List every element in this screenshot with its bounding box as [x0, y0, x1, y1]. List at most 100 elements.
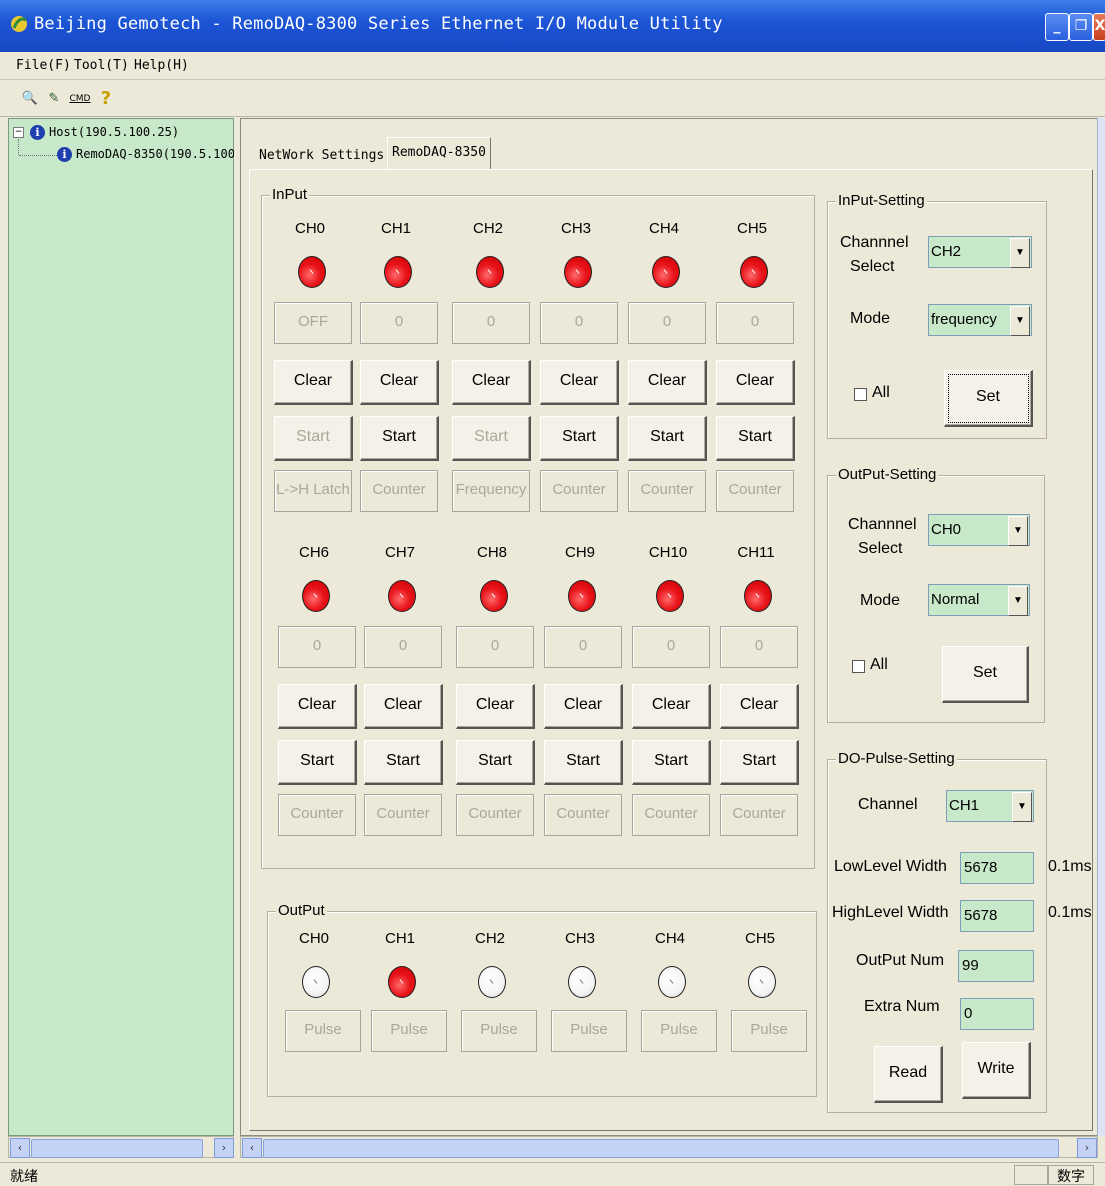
clear-button[interactable]: Clear [274, 360, 353, 405]
do-channel-select[interactable]: CH1 ▼ [946, 790, 1034, 822]
collapse-icon[interactable]: − [13, 127, 24, 138]
output-all-checkbox[interactable] [852, 660, 865, 673]
channel-mode-box: Counter [360, 470, 438, 512]
channel-value-box: 0 [544, 626, 622, 668]
output-num-field[interactable]: 99 [958, 950, 1034, 982]
close-button[interactable]: X [1093, 13, 1105, 41]
clear-button[interactable]: Clear [456, 684, 535, 729]
high-width-field[interactable]: 5678 [960, 900, 1034, 932]
start-button[interactable]: Start [716, 416, 795, 461]
read-button[interactable]: Read [874, 1046, 943, 1103]
start-button[interactable]: Start [456, 740, 535, 785]
start-button[interactable]: Start [364, 740, 443, 785]
main-hscrollbar[interactable]: ‹ › [240, 1136, 1098, 1158]
tab-remodaq-8350[interactable]: RemoDAQ-8350 [387, 137, 491, 170]
info-icon: i [30, 125, 45, 140]
channel-mode-box: Counter [632, 794, 710, 836]
output-all-label: All [870, 656, 888, 673]
pulse-button[interactable]: Pulse [461, 1010, 537, 1052]
clear-button[interactable]: Clear [628, 360, 707, 405]
extra-num-field[interactable]: 0 [960, 998, 1034, 1030]
start-button[interactable]: Start [278, 740, 357, 785]
start-button[interactable]: Start [540, 416, 619, 461]
channel-label: CH5 [736, 220, 767, 237]
led-indicator-icon [568, 580, 596, 612]
output-mode-select[interactable]: Normal ▼ [928, 584, 1030, 616]
chevron-down-icon[interactable]: ▼ [1010, 238, 1030, 268]
tree-host-node[interactable]: − i Host(190.5.100.25) [13, 125, 179, 140]
led-indicator-icon [480, 580, 508, 612]
chevron-down-icon[interactable]: ▼ [1008, 516, 1028, 546]
clear-button[interactable]: Clear [540, 360, 619, 405]
help-icon[interactable]: ? [96, 89, 116, 109]
clear-button[interactable]: Clear [452, 360, 531, 405]
cmd-icon[interactable]: CMD [68, 89, 92, 109]
scroll-left-icon[interactable]: ‹ [10, 1138, 30, 1158]
menu-file[interactable]: File(F) [16, 58, 71, 73]
pulse-button[interactable]: Pulse [371, 1010, 447, 1052]
low-width-unit: 0.1ms [1048, 858, 1092, 875]
main-vscrollbar[interactable] [1097, 118, 1105, 1136]
channel-value-box: 0 [632, 626, 710, 668]
output-channel-label: CH4 [654, 930, 685, 947]
output-set-button[interactable]: Set [942, 646, 1029, 703]
channel-label: CH7 [384, 544, 415, 561]
channel-value-box: 0 [628, 302, 706, 344]
channel-value-box: 0 [452, 302, 530, 344]
menu-help[interactable]: Help(H) [134, 58, 189, 73]
low-width-field[interactable]: 5678 [960, 852, 1034, 884]
clear-button[interactable]: Clear [632, 684, 711, 729]
clear-button[interactable]: Clear [720, 684, 799, 729]
output-channel-select[interactable]: CH0 ▼ [928, 514, 1030, 546]
pulse-button[interactable]: Pulse [551, 1010, 627, 1052]
edit-icon[interactable]: ✎ [44, 89, 64, 109]
start-button[interactable]: Start [628, 416, 707, 461]
clear-button[interactable]: Clear [360, 360, 439, 405]
led-indicator-icon [476, 256, 504, 288]
scroll-right-icon[interactable]: › [1077, 1138, 1097, 1158]
tree-device-node[interactable]: i RemoDAQ-8350(190.5.100.2 [57, 147, 249, 162]
status-bar: 就绪 数字 [0, 1162, 1105, 1186]
start-button[interactable]: Start [452, 416, 531, 461]
main-panel: NetWork Settings RemoDAQ-8350 InPut CH0 O… [240, 118, 1098, 1136]
minimize-button[interactable]: _ [1045, 13, 1069, 41]
tree-hscrollbar[interactable]: ‹ › [8, 1136, 234, 1158]
search-icon[interactable]: 🔍 [20, 89, 40, 109]
input-setting-group: InPut-Setting Channnel Select CH2 ▼ Mode … [827, 192, 1047, 439]
output-led-icon [388, 966, 416, 998]
input-set-button[interactable]: Set [944, 370, 1033, 427]
high-width-unit: 0.1ms [1048, 904, 1092, 921]
menu-tool[interactable]: Tool(T) [74, 58, 129, 73]
window-title: Beijing Gemotech - RemoDAQ-8300 Series E… [34, 14, 723, 34]
input-channel-select[interactable]: CH2 ▼ [928, 236, 1032, 268]
chevron-down-icon[interactable]: ▼ [1008, 586, 1028, 616]
pulse-button[interactable]: Pulse [285, 1010, 361, 1052]
start-button[interactable]: Start [360, 416, 439, 461]
pulse-button[interactable]: Pulse [641, 1010, 717, 1052]
input-mode-select[interactable]: frequency ▼ [928, 304, 1032, 336]
tab-network-settings[interactable]: NetWork Settings [255, 141, 388, 171]
chevron-down-icon[interactable]: ▼ [1010, 306, 1030, 336]
output-led-icon [748, 966, 776, 998]
write-button[interactable]: Write [962, 1042, 1031, 1099]
led-indicator-icon [564, 256, 592, 288]
start-button[interactable]: Start [720, 740, 799, 785]
scroll-thumb[interactable] [31, 1139, 203, 1158]
clear-button[interactable]: Clear [544, 684, 623, 729]
maximize-button[interactable]: ❐ [1069, 13, 1093, 41]
start-button[interactable]: Start [632, 740, 711, 785]
chevron-down-icon[interactable]: ▼ [1012, 792, 1032, 822]
start-button[interactable]: Start [274, 416, 353, 461]
low-width-label: LowLevel Width [834, 858, 947, 875]
scroll-thumb[interactable] [263, 1139, 1059, 1158]
clear-button[interactable]: Clear [278, 684, 357, 729]
pulse-button[interactable]: Pulse [731, 1010, 807, 1052]
input-all-checkbox[interactable] [854, 388, 867, 401]
scroll-right-icon[interactable]: › [214, 1138, 234, 1158]
clear-button[interactable]: Clear [364, 684, 443, 729]
clear-button[interactable]: Clear [716, 360, 795, 405]
start-button[interactable]: Start [544, 740, 623, 785]
scroll-left-icon[interactable]: ‹ [242, 1138, 262, 1158]
status-numlock: 数字 [1048, 1165, 1094, 1185]
output-select-label: Select [858, 540, 903, 557]
